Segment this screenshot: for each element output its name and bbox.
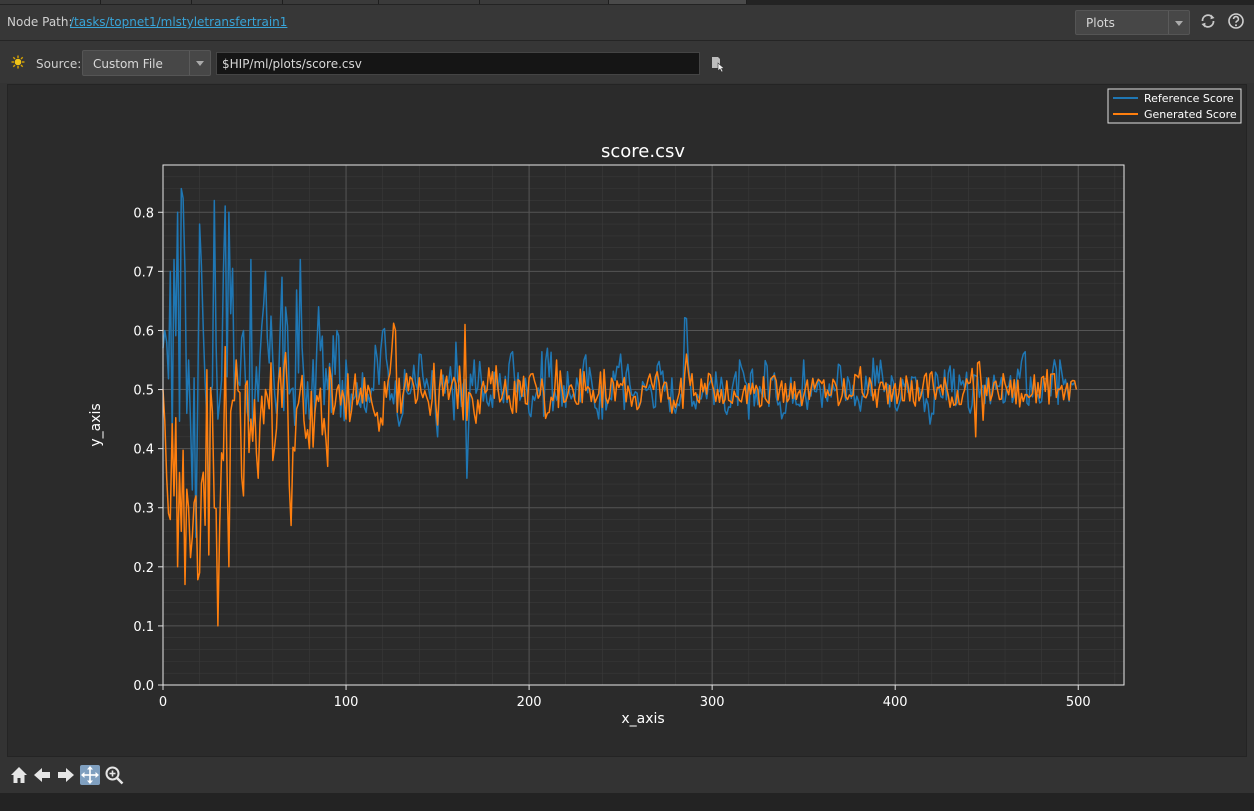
y-tick-label: 0.8	[133, 206, 154, 221]
y-tick-label: 0.5	[133, 384, 154, 399]
view-dropdown-value: Plots	[1086, 16, 1115, 30]
tab-5[interactable]	[379, 0, 480, 4]
legend-label-reference: Reference Score	[1144, 92, 1234, 105]
status-bar	[0, 793, 1254, 811]
legend: Reference Score Generated Score	[1107, 88, 1242, 124]
axis-ticks: 0 100 200 300 400 500 0.0 0.1 0.2 0.3 0.4 0.5 0.6 0.7…	[133, 206, 1090, 710]
tab-6[interactable]	[480, 0, 609, 4]
legend-label-generated: Generated Score	[1144, 108, 1237, 121]
refresh-icon[interactable]	[1199, 12, 1217, 30]
tab-active[interactable]	[609, 0, 747, 4]
y-axis-label: y_axis	[88, 403, 104, 446]
plot-toolbar	[0, 758, 1254, 793]
source-label: Source:	[36, 57, 82, 71]
plot-area: 0 100 200 300 400 500 0.0 0.1 0.2 0.3 0.4 0.5 0.6 0.7…	[7, 84, 1247, 757]
reference-score-line	[162, 187, 1078, 539]
generated-score-line	[162, 322, 1078, 627]
source-bar: Source: Custom File	[0, 41, 1254, 83]
chevron-down-icon	[196, 61, 204, 66]
y-tick-label: 0.1	[133, 620, 154, 635]
x-tick-label: 200	[517, 695, 542, 710]
y-tick-label: 0.0	[133, 679, 154, 694]
x-tick-label: 0	[159, 695, 167, 710]
source-type-dropdown[interactable]: Custom File	[82, 50, 211, 76]
chart-title: score.csv	[601, 141, 685, 162]
y-tick-label: 0.4	[133, 443, 154, 458]
home-icon[interactable]	[9, 765, 29, 785]
series-lines	[162, 187, 1078, 627]
sun-icon	[11, 55, 25, 69]
node-path-label: Node Path:	[7, 15, 73, 29]
forward-arrow-icon[interactable]	[56, 765, 76, 785]
x-tick-label: 100	[334, 695, 359, 710]
tab-2[interactable]	[101, 0, 192, 4]
grid	[162, 165, 1124, 686]
y-tick-label: 0.7	[133, 265, 154, 280]
y-tick-label: 0.6	[133, 324, 154, 339]
node-path-link[interactable]: /tasks/topnet1/mlstyletransfertrain1	[70, 15, 287, 29]
dropdown-separator	[189, 51, 190, 75]
x-tick-label: 400	[883, 695, 908, 710]
source-path-input[interactable]	[216, 52, 700, 75]
view-dropdown[interactable]: Plots	[1075, 10, 1190, 35]
score-chart: 0 100 200 300 400 500 0.0 0.1 0.2 0.3 0.4 0.5 0.6 0.7…	[88, 88, 1242, 727]
x-tick-label: 300	[700, 695, 725, 710]
y-tick-label: 0.3	[133, 502, 154, 517]
help-icon[interactable]	[1227, 12, 1245, 30]
tab-3[interactable]	[192, 0, 283, 4]
x-tick-label: 500	[1066, 695, 1091, 710]
source-type-value: Custom File	[93, 57, 163, 71]
pan-icon[interactable]	[80, 765, 100, 785]
dropdown-separator	[1168, 11, 1169, 34]
file-browse-icon[interactable]	[710, 55, 728, 73]
tab-4[interactable]	[283, 0, 379, 4]
back-arrow-icon[interactable]	[32, 765, 52, 785]
x-axis-label: x_axis	[621, 711, 664, 727]
top-bar: Node Path: /tasks/topnet1/mlstyletransfe…	[0, 5, 1254, 41]
y-tick-label: 0.2	[133, 561, 154, 576]
tab-1[interactable]	[0, 0, 101, 4]
zoom-icon[interactable]	[104, 765, 124, 785]
chevron-down-icon	[1175, 21, 1183, 26]
